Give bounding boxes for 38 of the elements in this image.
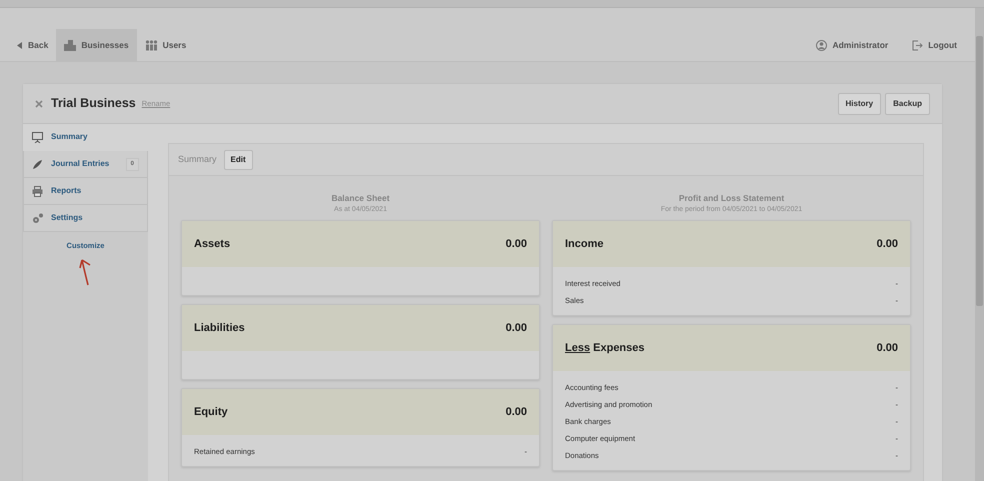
section-title: Equity (194, 405, 228, 420)
nav-link[interactable]: Logout (904, 29, 965, 61)
nav-link[interactable]: Businesses (56, 29, 137, 61)
sidebar-item[interactable]: Reports (23, 178, 148, 205)
header-button[interactable]: History (838, 92, 882, 114)
arrow-icon (79, 257, 93, 288)
users-icon (144, 40, 158, 50)
section-title: Liabilities (194, 321, 245, 336)
back-icon (16, 40, 23, 50)
pen-icon (32, 158, 43, 170)
buildings-icon (64, 40, 76, 50)
section-total: 0.00 (506, 321, 527, 336)
sidebar-item[interactable]: Summary (23, 124, 148, 151)
close-icon[interactable] (35, 100, 43, 108)
section-total: 0.00 (506, 237, 527, 252)
section-title: Assets (194, 237, 230, 252)
header-button[interactable]: Backup (885, 92, 930, 114)
business-title: Trial Business (51, 95, 136, 112)
section-total: 0.00 (876, 341, 898, 356)
nav-link[interactable]: Administrator (808, 29, 896, 61)
statement-title: Profit and Loss Statement (678, 192, 786, 205)
panel-title: Summary (178, 152, 217, 166)
monitor-icon (32, 132, 43, 142)
gears-icon (32, 213, 43, 223)
section-title: Less Expenses (565, 341, 645, 356)
section-total: 0.00 (506, 405, 527, 420)
user-icon (816, 40, 828, 50)
nav-link[interactable]: Back (8, 29, 56, 61)
sidebar-item[interactable]: Settings (23, 205, 148, 232)
statement-title: Balance Sheet (330, 192, 391, 205)
logout-icon (912, 40, 924, 50)
section-total: 0.00 (876, 237, 898, 252)
edit-button[interactable]: Edit (224, 150, 253, 170)
section-title: Income (565, 237, 604, 252)
scrollbar[interactable] (975, 8, 984, 481)
item-label: Journal Entries (51, 158, 110, 170)
printer-icon (32, 186, 43, 196)
nav-link[interactable]: Users (136, 29, 194, 61)
